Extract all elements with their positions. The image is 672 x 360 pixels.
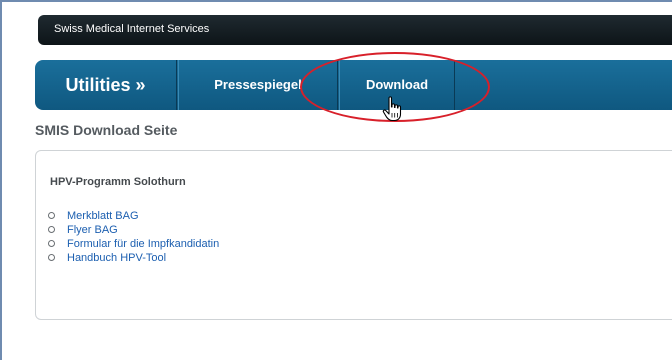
list-item: Formular für die Impfkandidatin (48, 237, 219, 251)
link-handbuch-hpv-tool[interactable]: Handbuch HPV-Tool (67, 252, 166, 264)
hand-pointer-icon (382, 96, 402, 122)
site-title: Swiss Medical Internet Services (54, 23, 210, 35)
page-heading: SMIS Download Seite (35, 122, 178, 138)
nav-section-title[interactable]: Utilities » (35, 60, 177, 110)
link-formular-impfkandidatin[interactable]: Formular für die Impfkandidatin (67, 238, 219, 250)
list-item: Merkblatt BAG (48, 209, 219, 223)
bullet-circle-icon (48, 225, 55, 233)
download-link-list: Merkblatt BAG Flyer BAG Formular für die… (48, 209, 219, 265)
site-header-bar: Swiss Medical Internet Services (38, 15, 672, 45)
link-flyer-bag[interactable]: Flyer BAG (67, 224, 118, 236)
list-item: Flyer BAG (48, 223, 219, 237)
section-title: HPV-Programm Solothurn (50, 176, 186, 188)
list-item: Handbuch HPV-Tool (48, 251, 219, 265)
bullet-circle-icon (48, 239, 55, 247)
download-panel: HPV-Programm Solothurn Merkblatt BAG Fly… (35, 150, 672, 320)
bullet-circle-icon (48, 211, 55, 219)
bullet-circle-icon (48, 253, 55, 261)
link-merkblatt-bag[interactable]: Merkblatt BAG (67, 210, 139, 222)
